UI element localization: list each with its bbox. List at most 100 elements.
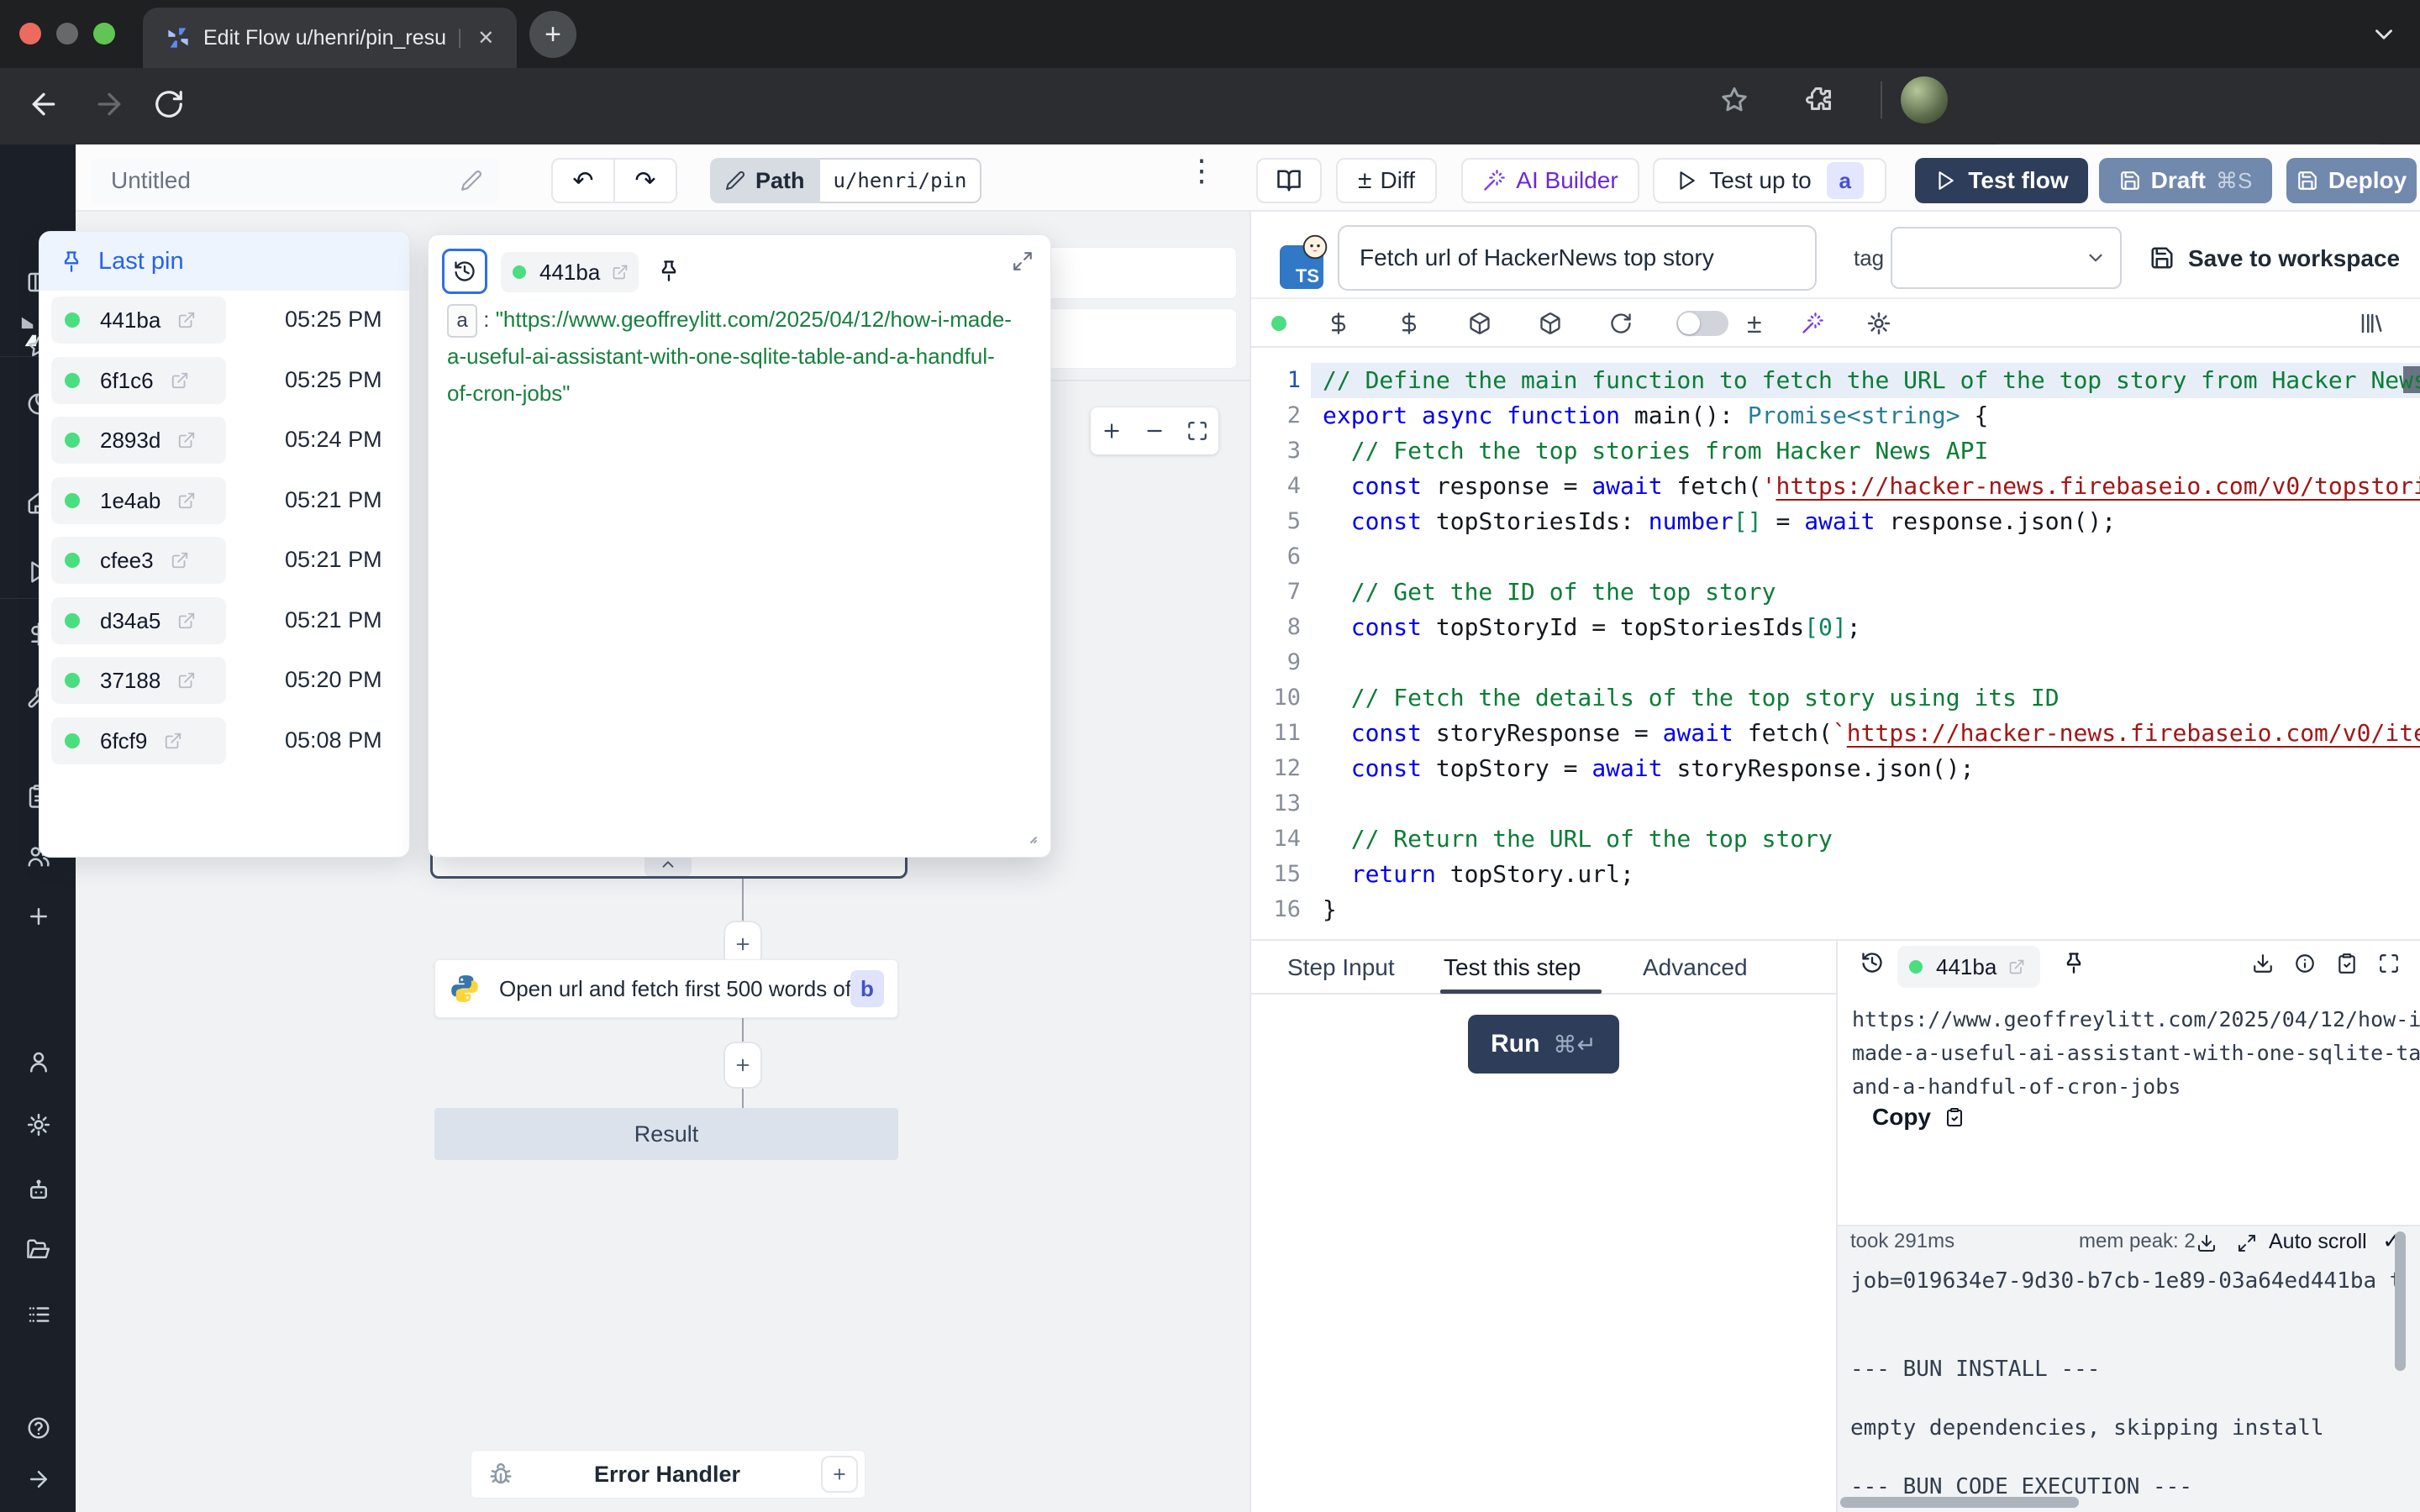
sidebar-account-icon[interactable] xyxy=(26,1049,51,1074)
bookmark-star-icon[interactable] xyxy=(1719,85,1749,115)
pin-chip[interactable]: 6f1c6 xyxy=(51,357,226,404)
profile-avatar[interactable] xyxy=(1901,76,1948,123)
reset-icon[interactable] xyxy=(1609,312,1633,335)
result-pin-chip[interactable]: 441ba xyxy=(1897,946,2040,988)
insert-step-button[interactable] xyxy=(723,1042,762,1089)
flow-node-result[interactable]: Result xyxy=(434,1108,898,1160)
expand-logs-icon[interactable] xyxy=(2237,1233,2257,1253)
deploy-button[interactable]: Deploy xyxy=(2286,158,2417,203)
external-link-icon[interactable] xyxy=(177,311,196,329)
reload-icon[interactable] xyxy=(153,88,185,120)
canvas-zoom-toolbar xyxy=(1091,407,1218,454)
path-label-segment[interactable]: Path xyxy=(710,158,820,203)
expand-icon[interactable] xyxy=(1012,250,1034,272)
fit-view-icon[interactable] xyxy=(1186,420,1208,442)
clipboard-icon[interactable] xyxy=(2336,953,2358,974)
sidebar-create-icon[interactable] xyxy=(26,904,51,929)
undo-icon[interactable]: ↶ xyxy=(553,166,613,196)
browser-tab[interactable]: Edit Flow u/henri/pin_results | ✕ xyxy=(143,8,517,68)
pin-icon[interactable] xyxy=(657,259,681,282)
pin-chip[interactable]: 441ba xyxy=(51,297,226,344)
ai-builder-button[interactable]: AI Builder xyxy=(1461,158,1639,203)
sidebar-settings-icon[interactable] xyxy=(26,1112,51,1137)
add-error-handler-button[interactable] xyxy=(821,1456,858,1493)
pin-chip[interactable]: 1e4ab xyxy=(51,477,226,524)
window-close-button[interactable] xyxy=(19,23,41,45)
window-minimize-button[interactable] xyxy=(56,23,78,45)
test-flow-button[interactable]: Test flow xyxy=(1915,158,2088,203)
external-link-icon[interactable] xyxy=(177,612,196,630)
forward-icon[interactable] xyxy=(92,87,126,121)
sidebar-collapse-icon[interactable] xyxy=(26,1467,51,1492)
external-link-icon[interactable] xyxy=(171,371,189,390)
extensions-icon[interactable] xyxy=(1803,85,1833,115)
pin-chip[interactable]: 37188 xyxy=(51,657,226,704)
history-icon[interactable] xyxy=(1860,951,1884,974)
pin-id-chip[interactable]: 441ba xyxy=(501,252,639,292)
resources-icon[interactable] xyxy=(1397,312,1421,335)
flow-node-error-handler[interactable]: Error Handler xyxy=(471,1450,865,1499)
test-up-to-target-badge[interactable]: a xyxy=(1827,162,1864,199)
pin-chip[interactable]: d34a5 xyxy=(51,597,226,644)
pin-chip[interactable]: 6fcf9 xyxy=(51,717,226,764)
resize-handle-icon[interactable] xyxy=(1018,825,1039,845)
external-link-icon[interactable] xyxy=(171,551,189,570)
test-up-to-button[interactable]: Test up to a xyxy=(1653,158,1886,203)
history-toggle-button[interactable] xyxy=(442,249,487,294)
tab-test-this-step[interactable]: Test this step xyxy=(1444,954,1581,981)
rename-pencil-icon[interactable] xyxy=(460,170,482,192)
pin-chip[interactable]: cfee3 xyxy=(51,537,226,584)
tab-step-input[interactable]: Step Input xyxy=(1287,954,1395,981)
pin-icon[interactable] xyxy=(2062,951,2086,974)
path-control[interactable]: Path u/henri/pin xyxy=(710,158,981,203)
back-icon[interactable] xyxy=(27,87,60,121)
flow-node-python[interactable]: Open url and fetch first 500 words of ..… xyxy=(434,959,898,1018)
copy-result-button[interactable]: Copy xyxy=(1872,1104,1965,1131)
tab-search-chevron-icon[interactable] xyxy=(2370,20,2398,49)
fullscreen-icon[interactable] xyxy=(2378,953,2400,974)
dependencies-icon[interactable] xyxy=(1468,312,1491,335)
tab-advanced[interactable]: Advanced xyxy=(1643,954,1748,981)
sidebar-workers-icon[interactable] xyxy=(26,1178,51,1203)
last-pin-header[interactable]: Last pin xyxy=(39,232,409,291)
external-link-icon[interactable] xyxy=(2008,958,2025,975)
sidebar-audit-logs-icon[interactable] xyxy=(26,1302,51,1327)
zoom-out-icon[interactable] xyxy=(1144,420,1165,442)
ai-wand-icon[interactable] xyxy=(1801,312,1824,335)
sidebar-help-icon[interactable] xyxy=(26,1415,51,1441)
window-zoom-button[interactable] xyxy=(93,23,115,45)
more-options-kebab-icon[interactable]: ⋮ xyxy=(1186,153,1217,188)
vertical-scrollbar[interactable] xyxy=(2395,1231,2406,1371)
download-logs-icon[interactable] xyxy=(2196,1233,2217,1253)
run-button[interactable]: Run ⌘↵ xyxy=(1468,1015,1619,1074)
external-link-icon[interactable] xyxy=(177,671,196,690)
info-icon[interactable] xyxy=(2294,953,2316,974)
sidebar-folders-icon[interactable] xyxy=(26,1237,51,1263)
toggle-switch[interactable] xyxy=(1676,311,1728,336)
path-value[interactable]: u/henri/pin xyxy=(820,158,982,203)
lockfile-icon[interactable] xyxy=(1539,312,1562,335)
external-link-icon[interactable] xyxy=(164,732,182,750)
horizontal-scrollbar[interactable] xyxy=(1840,1497,2079,1508)
redo-icon[interactable]: ↷ xyxy=(615,166,676,196)
docs-button[interactable] xyxy=(1256,158,1322,203)
step-summary-input[interactable]: Fetch url of HackerNews top story xyxy=(1338,225,1817,291)
download-icon[interactable] xyxy=(2252,953,2274,974)
external-link-icon[interactable] xyxy=(177,491,196,510)
zoom-in-icon[interactable] xyxy=(1101,420,1123,442)
settings-gear-icon[interactable] xyxy=(1866,311,1891,336)
tab-close-icon[interactable]: ✕ xyxy=(477,26,494,50)
diff-button[interactable]: ± Diff xyxy=(1336,158,1437,203)
library-icon[interactable] xyxy=(2359,311,2384,336)
external-link-icon[interactable] xyxy=(612,264,629,281)
flow-name-field[interactable]: Untitled xyxy=(91,158,499,203)
diff-icon[interactable]: ± xyxy=(1747,308,1762,339)
new-tab-button[interactable]: + xyxy=(529,11,576,58)
code-editor[interactable]: // Define the main function to fetch the… xyxy=(1323,363,2420,927)
save-to-workspace-label[interactable]: Save to workspace xyxy=(2188,245,2400,272)
variables-icon[interactable] xyxy=(1327,312,1350,335)
draft-button[interactable]: Draft ⌘S xyxy=(2099,158,2272,203)
external-link-icon[interactable] xyxy=(177,431,196,449)
tag-select[interactable] xyxy=(1891,227,2122,289)
pin-chip[interactable]: 2893d xyxy=(51,417,226,464)
